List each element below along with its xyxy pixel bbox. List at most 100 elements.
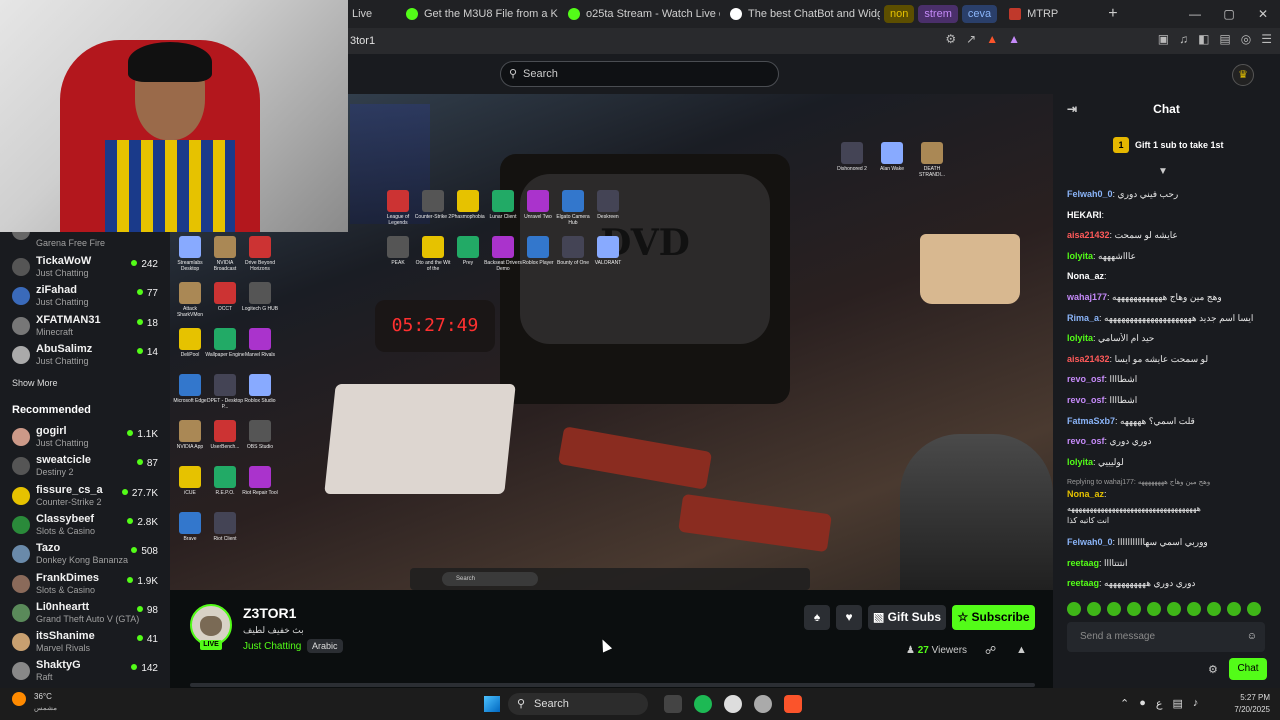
volume-icon[interactable]: ♪: [1193, 697, 1199, 710]
taskbar-clock[interactable]: 5:27 PM 7/20/2025: [1226, 692, 1270, 716]
url-text[interactable]: 3tor1: [348, 35, 375, 47]
channel-name[interactable]: Li0nheartt: [36, 601, 89, 613]
sidebar-channel[interactable]: sweatcicle Destiny 2 87: [12, 453, 162, 481]
chat-username[interactable]: wahaj177: [1067, 292, 1107, 302]
sidebar-channel[interactable]: itsShanime Marvel Rivals 41: [12, 629, 162, 657]
chat-settings-gear-icon[interactable]: ⚙: [1208, 663, 1218, 676]
sidebar-channel[interactable]: AbuSalimz Just Chatting 14: [12, 342, 162, 370]
brave-icon[interactable]: [784, 695, 802, 713]
chat-message[interactable]: revo_osf: اشطاااا: [1067, 395, 1267, 406]
channel-name[interactable]: gogirl: [36, 425, 67, 437]
expand-pinned-icon[interactable]: ▼: [1158, 166, 1168, 177]
chat-message[interactable]: aisa21432: عايشه لو سمحت: [1067, 230, 1267, 241]
task-view-icon[interactable]: [664, 695, 682, 713]
spotify-icon[interactable]: [694, 695, 712, 713]
chat-username[interactable]: aisa21432: [1067, 230, 1110, 240]
search-input[interactable]: ⚲ Search: [500, 61, 779, 87]
close-icon[interactable]: ✕: [1246, 0, 1280, 28]
translate-icon[interactable]: ⚙: [945, 32, 956, 46]
music-icon[interactable]: ♫: [1179, 32, 1188, 46]
maximize-icon[interactable]: ▢: [1212, 0, 1246, 28]
page-scrollbar[interactable]: [190, 683, 1035, 687]
channel-name[interactable]: ShaktyG: [36, 659, 81, 671]
channel-name[interactable]: AbuSalimz: [36, 343, 92, 355]
chat-message[interactable]: aisa21432: لو سمحت عايشه مو ايسا: [1067, 354, 1267, 365]
tab-mtrp[interactable]: MTRP: [999, 0, 1068, 28]
chat-message[interactable]: lolyita: لوليييي: [1067, 457, 1267, 468]
emote-icon[interactable]: [1067, 602, 1081, 616]
chat-username[interactable]: Felwah0_0: [1067, 189, 1113, 199]
emote-icon[interactable]: [1247, 602, 1261, 616]
weather-widget[interactable]: 36°C مشمس: [12, 692, 57, 712]
chat-username[interactable]: Rima_a: [1067, 313, 1099, 323]
chat-message[interactable]: Felwah0_0: ووربي اسمي سهااااااااااا: [1067, 537, 1267, 548]
show-more-link[interactable]: Show More: [12, 378, 58, 388]
share-icon[interactable]: ↗: [966, 32, 976, 46]
wallet-icon[interactable]: ▤: [1219, 32, 1230, 46]
emote-icon[interactable]: [1167, 602, 1181, 616]
tab-group-ceva[interactable]: ceva: [961, 5, 998, 23]
chat-username[interactable]: Nona_az: [1067, 271, 1104, 281]
tab-o25ta[interactable]: o25ta Stream - Watch Live on Kick: [558, 0, 720, 28]
user-avatar-icon[interactable]: ♛: [1232, 64, 1254, 86]
sidebar-channel[interactable]: ziFahad Just Chatting 77: [12, 283, 162, 311]
sidebar-channel[interactable]: Tazo Donkey Kong Bananza 508: [12, 541, 162, 569]
chat-username[interactable]: revo_osf: [1067, 374, 1105, 384]
sidebar-channel[interactable]: gogirl Just Chatting 1.1K: [12, 424, 162, 452]
chat-username[interactable]: lolyita: [1067, 251, 1093, 261]
chat-message[interactable]: Rima_a: ايسا اسم جديد هههههههههههههههههه…: [1067, 313, 1267, 324]
emoji-icon[interactable]: ☺: [1247, 622, 1257, 652]
emote-icon[interactable]: [1227, 602, 1241, 616]
minimize-icon[interactable]: —: [1178, 0, 1212, 28]
gift-subs-button[interactable]: ▧ Gift Subs: [868, 605, 946, 630]
vpn-icon[interactable]: ◎: [1241, 32, 1251, 46]
chat-message[interactable]: lolyita: عاااشهههه: [1067, 251, 1267, 262]
tab-m3u8[interactable]: Get the M3U8 File from a Kick Repla: [396, 0, 558, 28]
tab-group-non[interactable]: non: [884, 5, 915, 23]
emote-icon[interactable]: [1187, 602, 1201, 616]
subscribe-button[interactable]: ☆ Subscribe: [952, 605, 1035, 630]
chat-username[interactable]: reetaag: [1067, 558, 1099, 568]
sidebar-channel[interactable]: TickaWoW Just Chatting 242: [12, 254, 162, 282]
chat-message[interactable]: Nona_az:: [1067, 489, 1267, 499]
report-icon[interactable]: ▲: [1016, 644, 1027, 656]
menu-icon[interactable]: ☰: [1261, 32, 1272, 46]
chat-username[interactable]: revo_osf: [1067, 436, 1105, 446]
tray-chevron-icon[interactable]: ⌃: [1120, 697, 1129, 710]
address-bar[interactable]: 3tor1 ⚙ ↗ ▲ ▲ ▣ ♫ ◧ ▤ ◎ ☰: [348, 28, 1280, 54]
brave-shield-icon[interactable]: ▲: [986, 32, 998, 46]
chat-message[interactable]: HEKARI:: [1067, 210, 1267, 220]
sidebar-channel[interactable]: fissure_cs_a Counter-Strike 2 27.7K: [12, 483, 162, 511]
chat-send-button[interactable]: Chat: [1229, 658, 1267, 680]
emote-icon[interactable]: [1127, 602, 1141, 616]
chat-username[interactable]: FatmaSxb7: [1067, 416, 1115, 426]
taskbar-search[interactable]: ⚲ Search: [508, 693, 648, 715]
channel-name[interactable]: TickaWoW: [36, 255, 91, 267]
channel-name[interactable]: fissure_cs_a: [36, 484, 103, 496]
chat-message[interactable]: FatmaSxb7: قلت اسمي؟ هههههه: [1067, 416, 1267, 427]
chat-username[interactable]: lolyita: [1067, 333, 1093, 343]
emote-icon[interactable]: [1207, 602, 1221, 616]
chat-message[interactable]: reetaag: دوري دوري ههههههههههه: [1067, 578, 1267, 589]
tab-chatbot[interactable]: The best ChatBot and Widgets for K: [720, 0, 880, 28]
network-icon[interactable]: ▤: [1172, 697, 1182, 710]
share-icon[interactable]: ☍: [985, 644, 996, 657]
chat-message[interactable]: Felwah0_0: رحب فيني دوري: [1067, 189, 1267, 200]
channel-name[interactable]: Tazo: [36, 542, 60, 554]
tab-group-strem[interactable]: strem: [918, 5, 958, 23]
steam-icon[interactable]: [724, 695, 742, 713]
channel-name[interactable]: XFATMAN31: [36, 314, 101, 326]
chat-username[interactable]: HEKARI: [1067, 210, 1102, 220]
chat-username[interactable]: lolyita: [1067, 457, 1093, 467]
new-tab-icon[interactable]: +: [1108, 5, 1117, 23]
emote-icon[interactable]: [1087, 602, 1101, 616]
sidebar-icon[interactable]: ◧: [1198, 32, 1209, 46]
emote-icon[interactable]: [1107, 602, 1121, 616]
sidebar-channel[interactable]: XFATMAN31 Minecraft 18: [12, 313, 162, 341]
chat-username[interactable]: reetaag: [1067, 578, 1099, 588]
follow-button[interactable]: ♥: [836, 605, 862, 630]
channel-name[interactable]: Classybeef: [36, 513, 94, 525]
notification-button[interactable]: ♠: [804, 605, 830, 630]
rewards-icon[interactable]: ▲: [1008, 32, 1020, 46]
tab-search-icon[interactable]: ▣: [1158, 32, 1169, 46]
